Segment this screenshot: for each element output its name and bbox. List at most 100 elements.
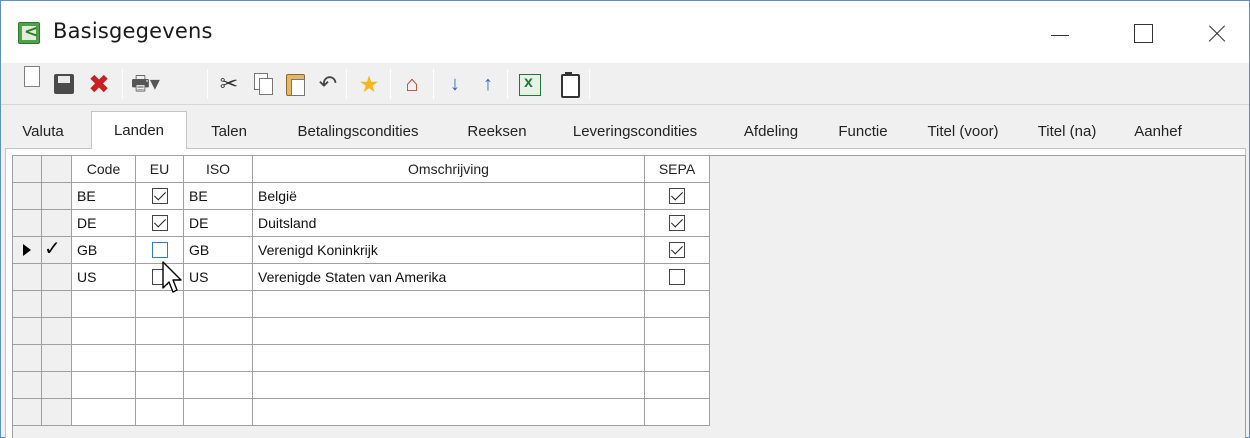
close-button[interactable] [1197,13,1237,53]
empty-cell[interactable] [136,318,184,345]
print-icon[interactable]: 🖶▾ [131,71,169,97]
empty-cell[interactable] [72,372,136,399]
empty-cell[interactable] [253,291,645,318]
empty-cell[interactable] [72,345,136,372]
tab-titel-na[interactable]: Titel (na) [1018,116,1116,147]
row-selector[interactable] [13,237,42,264]
tab-valuta[interactable]: Valuta [5,116,81,147]
eu-checkbox[interactable] [151,241,168,258]
empty-cell[interactable] [72,318,136,345]
column-header-eu[interactable]: EU [136,156,184,183]
empty-cell[interactable] [253,345,645,372]
tab-leveringscondities[interactable]: Leveringscondities [546,116,724,147]
row-state-header [42,156,72,183]
empty-cell[interactable] [184,399,253,426]
save-icon[interactable] [51,71,77,97]
empty-cell[interactable] [253,372,645,399]
empty-cell[interactable] [645,291,710,318]
tab-aanhef[interactable]: Aanhef [1113,116,1203,147]
toolbar-separator [346,69,347,99]
home-icon[interactable]: ⌂ [399,71,425,97]
tab-talen[interactable]: Talen [190,116,268,147]
minimize-button[interactable] [1041,13,1081,53]
cell-sepa[interactable] [645,237,710,264]
cell-code[interactable]: GB [72,237,136,264]
sort-ascending-icon[interactable]: ↑ [475,71,501,97]
row-state [42,210,72,237]
tab-titel-voor[interactable]: Titel (voor) [907,116,1019,147]
row-selector[interactable] [13,264,42,291]
cell-iso[interactable]: GB [184,237,253,264]
new-document-icon[interactable] [19,66,45,92]
window-title: Basisgegevens [53,19,213,43]
add-favorite-icon[interactable]: ★ [356,71,382,97]
cell-sepa[interactable] [645,210,710,237]
empty-cell[interactable] [136,399,184,426]
cell-iso[interactable]: DE [184,210,253,237]
cell-code[interactable]: DE [72,210,136,237]
cell-omschrijving[interactable]: Verenigd Koninkrijk [253,237,645,264]
empty-cell[interactable] [184,345,253,372]
cell-sepa[interactable] [645,264,710,291]
paste-icon[interactable] [282,71,308,97]
sort-descending-icon[interactable]: ↓ [442,71,468,97]
eu-checkbox[interactable] [151,187,168,204]
empty-cell[interactable] [136,372,184,399]
cell-code[interactable]: BE [72,183,136,210]
empty-cell[interactable] [253,318,645,345]
cut-icon[interactable]: ✂ [216,71,242,97]
eu-checkbox[interactable] [151,214,168,231]
empty-cell[interactable] [645,318,710,345]
tab-landen[interactable]: Landen [91,111,187,149]
sepa-checkbox[interactable] [669,187,685,204]
tab-functie[interactable]: Functie [817,116,909,147]
cell-omschrijving[interactable]: België [253,183,645,210]
excel-export-icon[interactable] [516,71,542,97]
cell-eu[interactable] [136,237,184,264]
column-header-sepa[interactable]: SEPA [645,156,710,183]
delete-icon[interactable]: ✖ [86,71,112,97]
row-header-corner [13,156,42,183]
cell-iso[interactable]: BE [184,183,253,210]
row-state [42,372,72,399]
tab-afdeling[interactable]: Afdeling [723,116,819,147]
undo-icon[interactable]: ↶ [315,71,341,97]
empty-cell[interactable] [184,318,253,345]
empty-cell[interactable] [72,291,136,318]
cell-eu[interactable] [136,210,184,237]
empty-cell[interactable] [645,399,710,426]
empty-cell[interactable] [72,399,136,426]
cell-omschrijving[interactable]: Verenigde Staten van Amerika [253,264,645,291]
row-state [42,318,72,345]
tab-reeksen[interactable]: Reeksen [446,116,548,147]
cell-eu[interactable] [136,183,184,210]
row-selector[interactable] [13,318,42,345]
row-selector[interactable] [13,183,42,210]
sepa-checkbox[interactable] [669,241,685,258]
copy-icon[interactable] [249,71,275,97]
cell-iso[interactable]: US [184,264,253,291]
row-selector[interactable] [13,399,42,426]
empty-cell[interactable] [136,345,184,372]
row-selector[interactable] [13,210,42,237]
column-header-iso[interactable]: ISO [184,156,253,183]
cell-omschrijving[interactable]: Duitsland [253,210,645,237]
maximize-button[interactable] [1123,13,1163,53]
clipboard-icon[interactable] [556,71,582,98]
sepa-checkbox[interactable] [669,214,685,231]
empty-cell[interactable] [645,345,710,372]
empty-cell[interactable] [645,372,710,399]
cell-sepa[interactable] [645,183,710,210]
tab-betalingscondities[interactable]: Betalingscondities [268,116,448,147]
row-selector[interactable] [13,372,42,399]
empty-cell[interactable] [184,291,253,318]
sepa-checkbox[interactable] [669,268,685,285]
empty-cell[interactable] [184,372,253,399]
row-selector[interactable] [13,291,42,318]
row-selector[interactable] [13,345,42,372]
empty-cell[interactable] [253,399,645,426]
column-header-omschrijving[interactable]: Omschrijving [253,156,645,183]
cell-code[interactable]: US [72,264,136,291]
column-header-code[interactable]: Code [72,156,136,183]
mouse-pointer-icon [162,261,182,293]
